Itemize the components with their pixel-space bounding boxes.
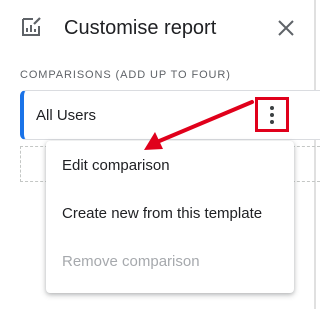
panel-header: Customise report (0, 0, 316, 56)
comparison-name: All Users (36, 107, 97, 124)
comparisons-section-label: COMPARISONS (ADD UP TO FOUR) (20, 69, 231, 81)
comparison-context-menu: Edit comparison Create new from this tem… (46, 141, 294, 293)
menu-item-create-from-template[interactable]: Create new from this template (46, 194, 294, 234)
menu-item-remove-comparison: Remove comparison (62, 253, 200, 270)
more-dot (270, 113, 274, 117)
more-vert-icon[interactable] (255, 97, 289, 132)
close-icon[interactable] (274, 16, 298, 40)
more-dot (270, 120, 274, 124)
page-title: Customise report (64, 17, 217, 39)
more-dot (270, 106, 274, 110)
menu-item-edit-comparison[interactable]: Edit comparison (46, 146, 294, 186)
report-customise-icon (22, 17, 41, 36)
